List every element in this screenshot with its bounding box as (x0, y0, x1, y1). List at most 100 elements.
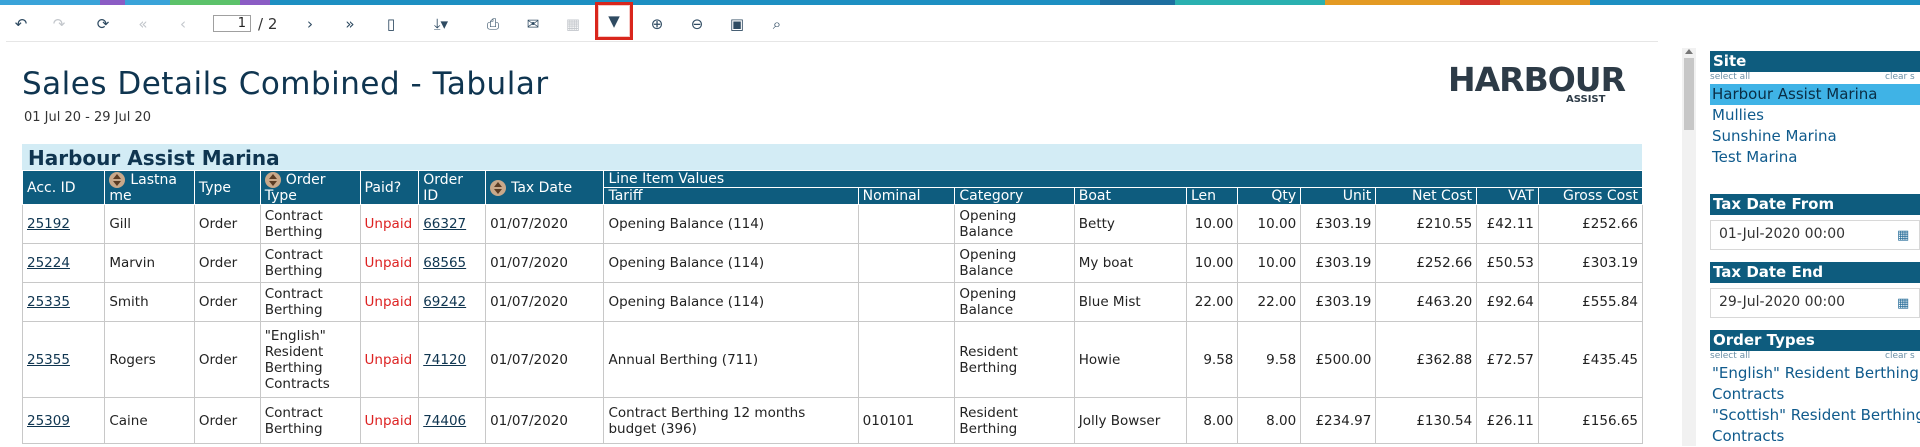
col-unit: Unit (1300, 187, 1377, 205)
cell-category: Resident Berthing (954, 321, 1075, 398)
order-types-clear-link[interactable]: clear s (1885, 351, 1915, 361)
tax-date-from-field[interactable]: 01-Jul-2020 00:00 ▦ (1710, 220, 1920, 250)
sort-icon[interactable] (264, 171, 281, 188)
cell-tariff: Opening Balance (114) (603, 243, 859, 283)
cell-type: Order (193, 204, 261, 244)
cell-vat: £26.11 (1476, 397, 1539, 444)
cell-boat: Jolly Bowser (1073, 397, 1187, 444)
site-filter-header: Site (1710, 51, 1920, 72)
cell-type: Order (193, 282, 261, 322)
cell-len: 10.00 (1185, 243, 1239, 283)
last-page-icon[interactable]: » (337, 11, 363, 37)
site-option[interactable]: Harbour Assist Marina (1710, 84, 1920, 105)
col-order-type[interactable]: Order Type (259, 170, 361, 205)
cell-unit: £500.00 (1300, 321, 1377, 398)
cell-gross-cost: £435.45 (1537, 321, 1644, 398)
export-dropdown-icon[interactable]: ⤓▾ (424, 11, 458, 37)
account-link[interactable]: 25224 (27, 255, 70, 271)
col-nominal: Nominal (857, 187, 956, 205)
col-group-line-item-values: Line Item Values (603, 170, 1643, 188)
site-select-all-link[interactable]: select all (1710, 72, 1750, 82)
table-row: 25309 Caine Order Contract Berthing Unpa… (21, 397, 1644, 444)
cell-nominal (857, 243, 956, 283)
page-number-input[interactable]: 1 (213, 15, 251, 32)
cell-gross-cost: £303.19 (1537, 243, 1644, 283)
calendar-icon[interactable]: ▦ (1897, 228, 1909, 243)
cell-gross-cost: £156.65 (1537, 397, 1644, 444)
back-icon[interactable]: ↶ (8, 11, 34, 37)
cell-unit: £303.19 (1300, 204, 1377, 244)
cell-len: 9.58 (1185, 321, 1239, 398)
cell-net-cost: £130.54 (1375, 397, 1478, 444)
scrollbar-thumb[interactable] (1684, 58, 1694, 130)
order-type-option[interactable]: "English" Resident Berthing (1710, 363, 1920, 384)
order-link[interactable]: 68565 (423, 255, 466, 271)
sort-icon[interactable] (490, 179, 507, 196)
col-acc-id[interactable]: Acc. ID (21, 170, 106, 205)
site-select-controls: select all clear s (1710, 72, 1920, 84)
site-clear-link[interactable]: clear s (1885, 72, 1915, 82)
cell-order-type: Contract Berthing (259, 204, 361, 244)
cell-category: Resident Berthing (954, 397, 1075, 444)
col-lastname[interactable]: Lastna me (104, 170, 195, 205)
previous-page-icon[interactable]: ‹ (170, 11, 196, 37)
screen-icon[interactable]: ▣ (724, 11, 750, 37)
col-tax-date[interactable]: Tax Date (485, 170, 605, 205)
table-row: 25355 Rogers Order "English" Resident Be… (21, 321, 1644, 398)
cell-type: Order (193, 243, 261, 283)
cell-tax-date: 01/07/2020 (485, 243, 605, 283)
cell-len: 8.00 (1185, 397, 1239, 444)
document-icon[interactable]: ▯ (378, 11, 404, 37)
cell-paid: Unpaid (359, 321, 420, 398)
filter-icon[interactable]: ▼ (595, 2, 633, 40)
search-icon[interactable]: ⌕ (764, 11, 790, 37)
forward-icon[interactable]: ↷ (46, 11, 72, 37)
cell-qty: 22.00 (1237, 282, 1302, 322)
account-link[interactable]: 25309 (27, 413, 70, 429)
col-boat: Boat (1073, 187, 1187, 205)
order-types-select-all-link[interactable]: select all (1710, 351, 1750, 361)
account-link[interactable]: 25192 (27, 216, 70, 232)
site-option[interactable]: Test Marina (1710, 147, 1920, 168)
order-link[interactable]: 69242 (423, 294, 466, 310)
calendar-icon[interactable]: ▦ (1897, 296, 1909, 311)
scroll-up-icon[interactable] (1685, 49, 1693, 54)
zoom-in-icon[interactable]: ⊕ (644, 11, 670, 37)
tax-date-end-field[interactable]: 29-Jul-2020 00:00 ▦ (1710, 288, 1920, 318)
cell-vat: £42.11 (1476, 204, 1539, 244)
next-page-icon[interactable]: › (297, 11, 323, 37)
order-type-option[interactable]: Contracts (1710, 426, 1920, 447)
page-total: / 2 (258, 15, 278, 33)
cell-nominal (857, 282, 956, 322)
copy-icon[interactable]: ▦ (560, 11, 586, 37)
cell-len: 22.00 (1185, 282, 1239, 322)
email-icon[interactable]: ✉ (520, 11, 546, 37)
cell-nominal (857, 321, 956, 398)
zoom-out-icon[interactable]: ⊖ (684, 11, 710, 37)
cell-vat: £50.53 (1476, 243, 1539, 283)
print-icon[interactable]: ⎙ (480, 11, 506, 37)
first-page-icon[interactable]: « (130, 11, 156, 37)
order-link[interactable]: 74120 (423, 352, 466, 368)
col-type: Type (193, 170, 261, 205)
site-option[interactable]: Mullies (1710, 105, 1920, 126)
sort-icon[interactable] (109, 171, 126, 188)
cell-boat: Howie (1073, 321, 1187, 398)
account-link[interactable]: 25355 (27, 352, 70, 368)
order-link[interactable]: 66327 (423, 216, 466, 232)
tax-date-end-value: 29-Jul-2020 00:00 (1719, 294, 1846, 310)
order-link[interactable]: 74406 (423, 413, 466, 429)
order-type-option[interactable]: Contracts (1710, 384, 1920, 405)
account-link[interactable]: 25335 (27, 294, 70, 310)
harbour-assist-logo: HARBOUR ASSIST (1448, 60, 1626, 108)
cell-boat: Blue Mist (1073, 282, 1187, 322)
table-row: 25192 Gill Order Contract Berthing Unpai… (21, 204, 1644, 244)
cell-qty: 10.00 (1237, 243, 1302, 283)
order-type-option[interactable]: "Scottish" Resident Berthing (1710, 405, 1920, 426)
refresh-icon[interactable]: ⟳ (90, 11, 116, 37)
report-scrollbar[interactable] (1682, 48, 1696, 446)
cell-qty: 8.00 (1237, 397, 1302, 444)
cell-type: Order (193, 397, 261, 444)
site-option[interactable]: Sunshine Marina (1710, 126, 1920, 147)
cell-lastname: Caine (104, 397, 195, 444)
